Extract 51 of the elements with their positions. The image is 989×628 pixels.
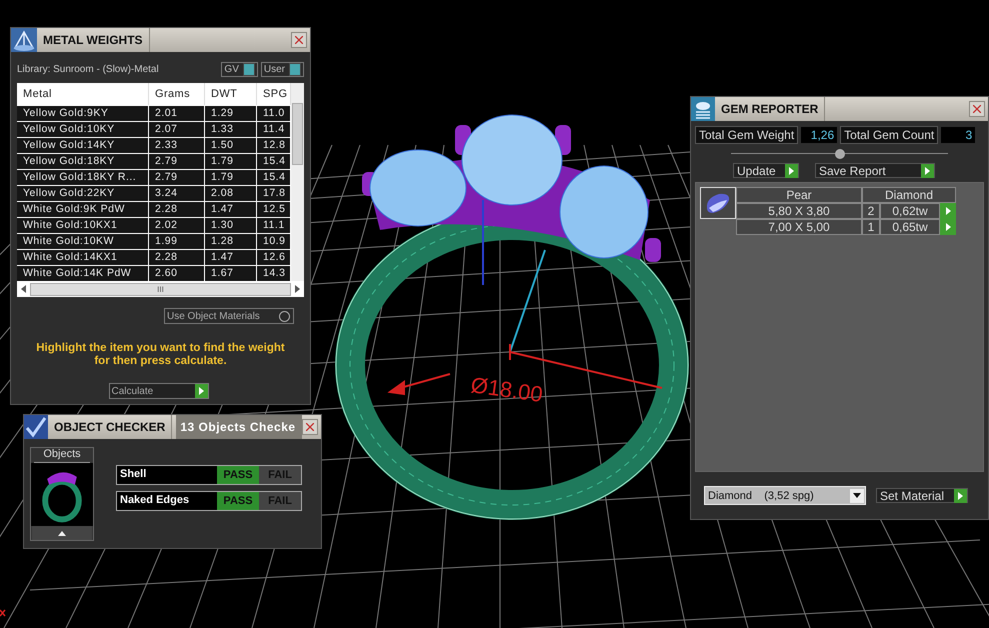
scale-icon [11, 28, 37, 52]
total-weight-value: 1,26 [801, 127, 838, 143]
close-button[interactable] [969, 101, 985, 117]
pass-indicator: PASS [217, 466, 259, 484]
close-button[interactable] [291, 32, 307, 48]
gem-weight-cell: 0,65tw [880, 219, 940, 235]
pass-indicator: PASS [217, 492, 259, 510]
gem-icon [705, 192, 731, 214]
action-button[interactable]: Update [733, 163, 799, 178]
material-dropdown[interactable]: Diamond (3,52 spg) [704, 486, 866, 505]
dimension-label: Ø18.00 [469, 372, 544, 407]
close-button[interactable] [302, 419, 318, 435]
window-title: OBJECT CHECKER [53, 420, 166, 434]
shape-header: Pear [736, 187, 862, 203]
library-label: Library: Sunroom - (Slow)-Metal [17, 64, 159, 75]
select-arrow-button[interactable] [940, 219, 956, 235]
select-arrow-button[interactable] [940, 203, 956, 219]
vertical-scrollbar[interactable] [291, 83, 304, 281]
total-count-label: Total Gem Count [840, 126, 938, 144]
scroll-right-icon[interactable] [295, 285, 300, 293]
horizontal-scrollbar[interactable]: III [17, 281, 304, 297]
report-icon [691, 97, 715, 121]
instruction-text: Highlight the item you want to find the weight for then press calculate. [35, 342, 286, 368]
gem-count-cell: 2 [862, 203, 880, 219]
check-name: Shell [119, 467, 148, 482]
check-name: Naked Edges [119, 493, 190, 508]
set-material-button[interactable]: Set Material [876, 488, 968, 503]
gem-count-cell: 1 [862, 219, 880, 235]
window-title: METAL WEIGHTS [42, 33, 144, 47]
toggle-button[interactable]: User [260, 62, 304, 77]
close-icon[interactable] [306, 423, 314, 431]
toggle-button[interactable]: GV [221, 62, 258, 77]
window-title: GEM REPORTER [720, 102, 820, 116]
splitter-handle[interactable] [834, 148, 844, 158]
total-weight-label: Total Gem Weight [695, 126, 798, 144]
action-button[interactable]: Save Report [815, 163, 935, 178]
checkmark-icon [24, 415, 48, 439]
gem-size-cell: 5,80 X 3,80 [736, 203, 862, 219]
use-object-materials-toggle[interactable]: Use Object Materials [164, 308, 294, 324]
material-header: Diamond [862, 187, 956, 203]
expand-button[interactable] [32, 526, 92, 540]
objects-checked-status: 13 Objects Checke [176, 415, 302, 439]
cross-mark-icon [0, 610, 6, 616]
calculate-button[interactable]: Calculate [108, 383, 208, 399]
gem-size-cell: 7,00 X 5,00 [736, 219, 862, 235]
close-icon[interactable] [973, 105, 981, 113]
total-count-value: 3 [941, 127, 976, 143]
ring-thumbnail-drawing [31, 462, 93, 526]
close-icon[interactable] [295, 36, 303, 44]
gem-weight-cell: 0,62tw [880, 203, 940, 219]
scroll-grip[interactable]: III [30, 282, 291, 296]
